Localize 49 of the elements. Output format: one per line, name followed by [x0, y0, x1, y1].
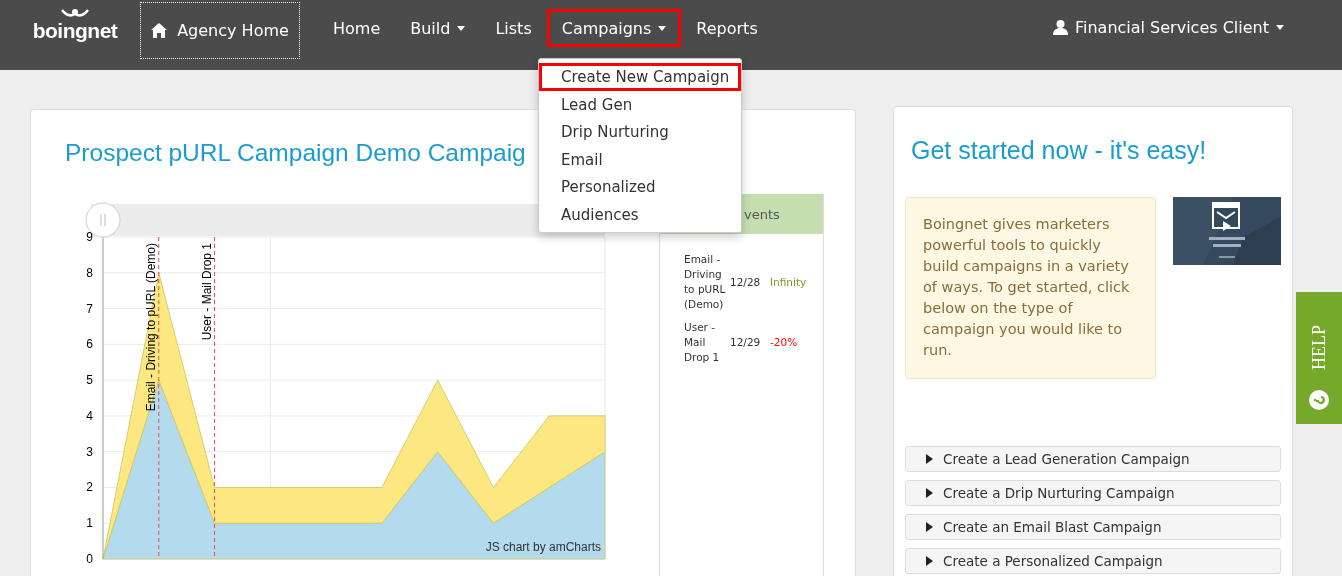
- accordion-header[interactable]: Create a Personalized Campaign: [905, 548, 1281, 574]
- axis-tick-label: 4: [86, 408, 93, 423]
- axis-tick-label: 5: [86, 373, 93, 388]
- guide-label: User - Mail Drop 1: [199, 243, 214, 341]
- accordion-header[interactable]: Create an Email Blast Campaign: [905, 514, 1281, 540]
- campaign-title: Prospect pURL Campaign Demo Campaig: [65, 138, 526, 168]
- axis-tick-label: 8: [86, 265, 93, 280]
- event-name: Email - Driving to pURL (Demo): [684, 252, 727, 312]
- expand-icon: [926, 556, 933, 566]
- help-icon: [1309, 390, 1329, 410]
- event-date: 12/28: [730, 274, 762, 290]
- nav-link[interactable]: Home: [318, 9, 396, 47]
- home-icon: [151, 23, 168, 38]
- chart-credit: JS chart by amCharts: [485, 540, 601, 554]
- axis-tick-label: 9: [86, 230, 93, 244]
- expand-icon: [926, 522, 933, 532]
- event-name: User - Mail Drop 1: [684, 320, 721, 365]
- axis-tick-label: 2: [86, 480, 93, 495]
- nav-link[interactable]: Campaigns: [546, 9, 682, 47]
- start-title: Get started now - it's easy!: [910, 135, 1207, 165]
- menu-item[interactable]: Email: [539, 145, 741, 173]
- logo[interactable]: boingnet: [32, 20, 118, 42]
- axis-tick-label: 3: [86, 444, 93, 459]
- expand-icon: [926, 454, 933, 464]
- figure-icon: [60, 8, 90, 20]
- axis-tick-label: 0: [86, 552, 93, 566]
- expand-icon: [926, 488, 933, 498]
- agency-home-button[interactable]: Agency Home: [140, 2, 300, 59]
- user-icon: [1052, 20, 1068, 35]
- nav-link[interactable]: Lists: [480, 9, 547, 47]
- nav-link[interactable]: Build: [395, 9, 481, 47]
- header-text: vents: [744, 206, 780, 222]
- menu-item[interactable]: Drip Nurturing: [539, 118, 741, 146]
- info-text: Boingnet gives marketers powerful tools to quickly build campaigns in a variety of ways. To get started, click below on the type of campaign you would like to run.: [905, 197, 1156, 379]
- nav-link[interactable]: Reports: [681, 9, 773, 47]
- menu-item[interactable]: Lead Gen: [539, 90, 741, 118]
- accordion-header[interactable]: Create a Lead Generation Campaign: [905, 446, 1281, 472]
- event-change: Infinity: [770, 274, 807, 290]
- user-menu[interactable]: Financial Services Client: [1052, 18, 1284, 37]
- accordion-header[interactable]: Create a Drip Nurturing Campaign: [905, 480, 1281, 506]
- event-change: -20%: [770, 335, 798, 350]
- menu-item[interactable]: Audiences: [539, 200, 741, 228]
- guide-label: Email - Driving to pURL (Demo): [143, 243, 158, 412]
- axis-tick-label: 1: [86, 516, 93, 531]
- axis-tick-label: 7: [86, 301, 93, 316]
- menu-item[interactable]: Personalized: [539, 173, 741, 201]
- menu-item[interactable]: Create New Campaign: [539, 63, 741, 91]
- event-date: 12/29: [730, 335, 762, 350]
- axis-tick-label: 6: [86, 337, 93, 352]
